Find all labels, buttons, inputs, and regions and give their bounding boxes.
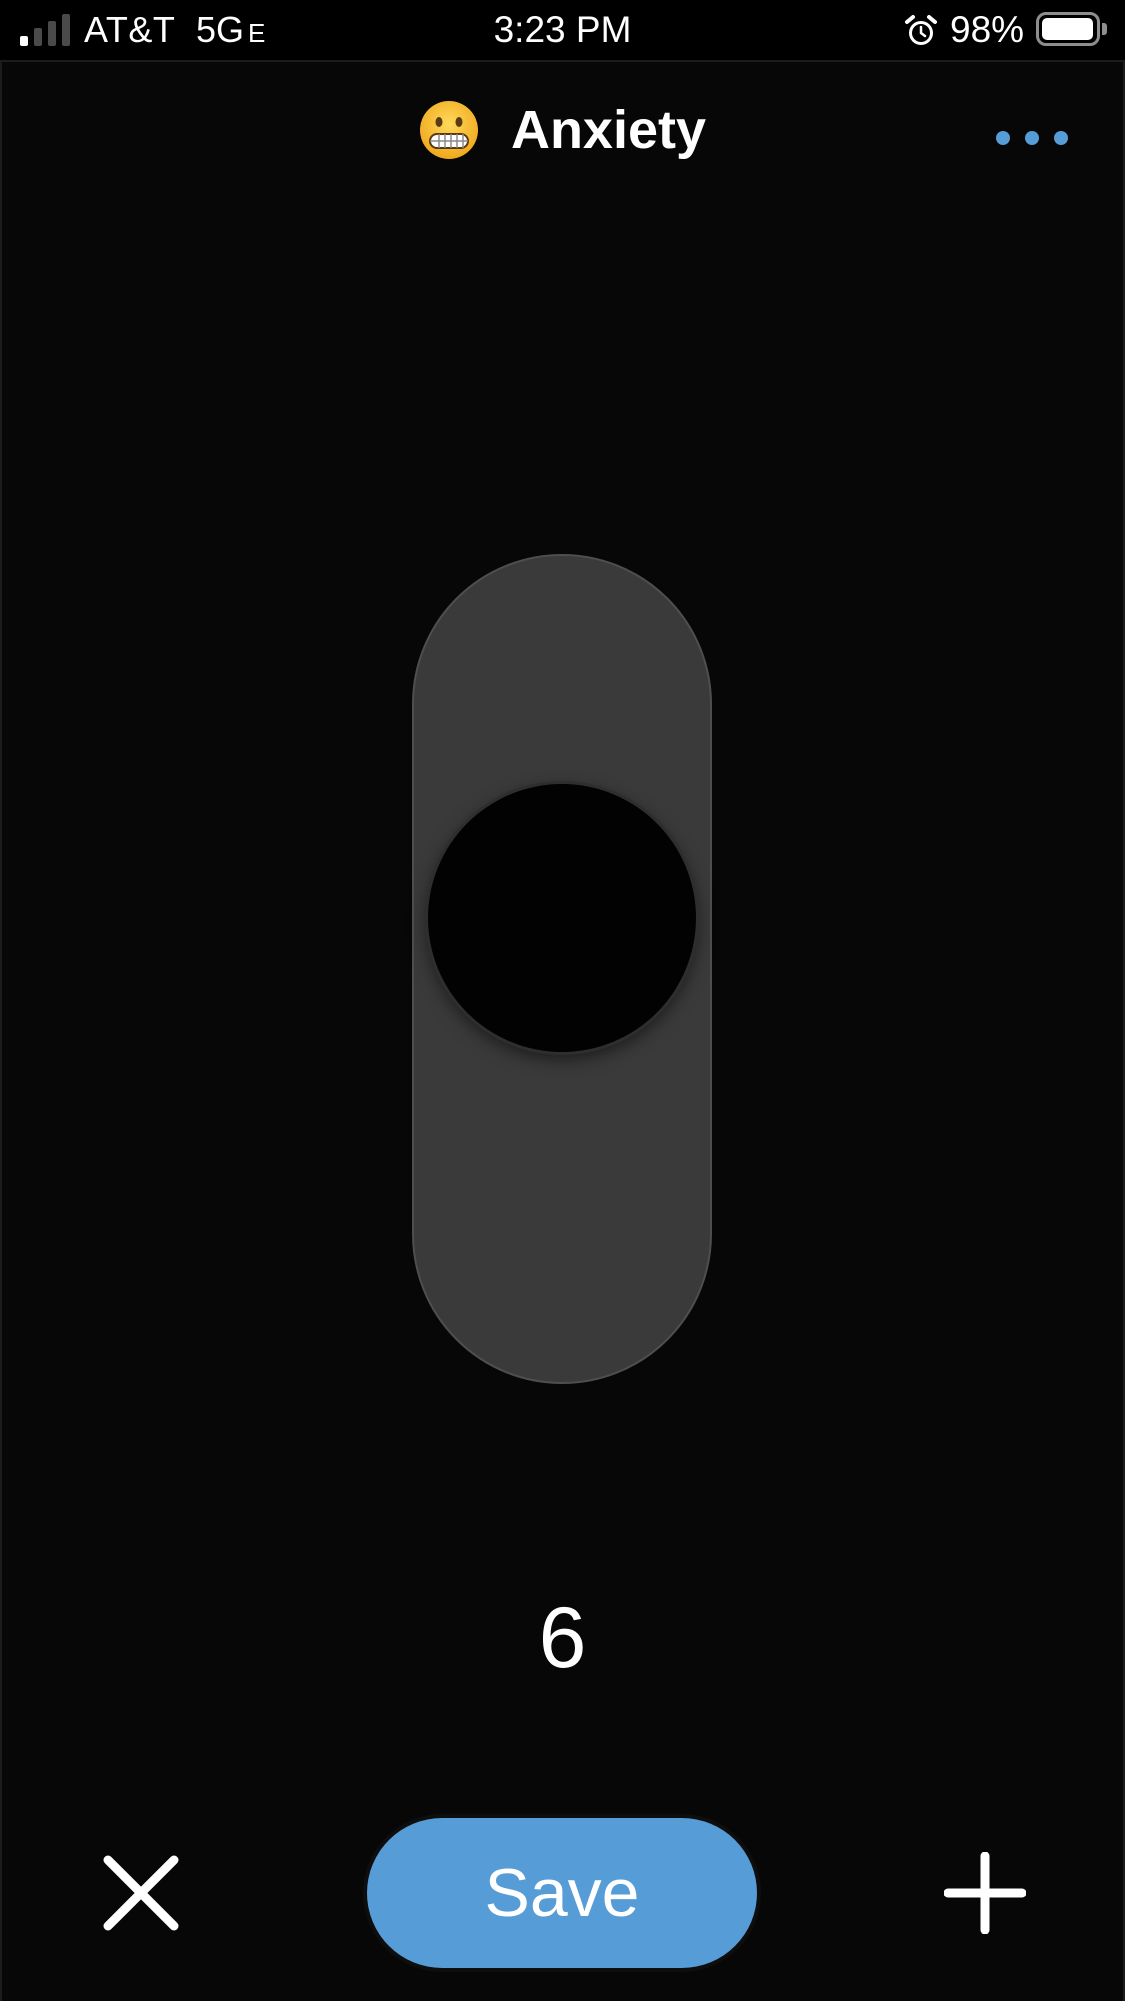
level-slider-knob[interactable] (428, 784, 696, 1052)
alarm-clock-icon (905, 15, 937, 45)
more-dots-icon (1025, 131, 1039, 145)
header: Anxiety (0, 80, 1125, 180)
grimacing-face-icon (419, 101, 478, 159)
close-icon[interactable] (100, 1852, 182, 1934)
level-value: 6 (538, 1590, 587, 1686)
battery-fill (1042, 18, 1093, 40)
plus-icon[interactable] (944, 1852, 1026, 1934)
battery-percent: 98% (950, 9, 1025, 50)
battery-icon (1036, 12, 1100, 46)
more-dots-icon (996, 131, 1010, 145)
more-options-button[interactable] (996, 120, 1068, 156)
more-dots-icon (1054, 131, 1068, 145)
save-button[interactable]: Save (367, 1818, 757, 1968)
battery-tip (1102, 23, 1107, 35)
status-bar: AT&T 5G E 3:23 PM 98% (0, 0, 1125, 60)
page-title: Anxiety (510, 100, 707, 160)
